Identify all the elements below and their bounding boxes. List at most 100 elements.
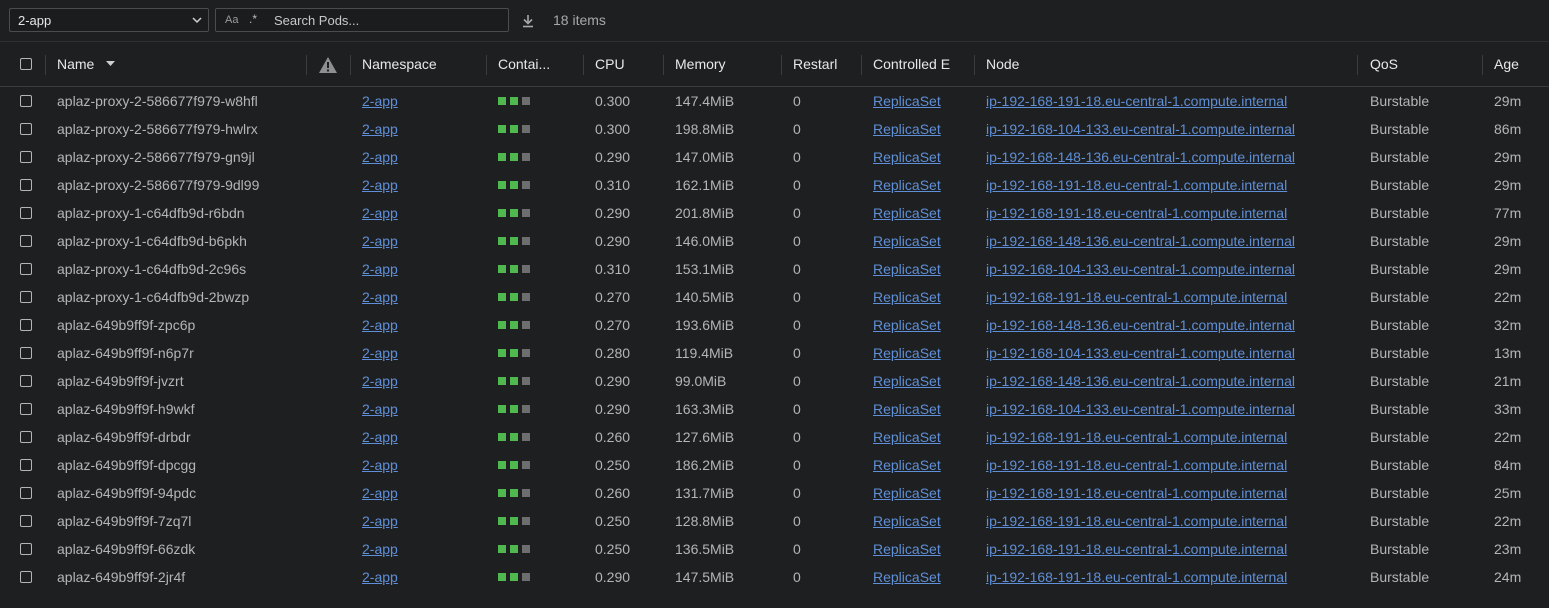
container-status-indicator[interactable] (510, 461, 518, 469)
node-link[interactable]: ip-192-168-191-18.eu-central-1.compute.i… (986, 87, 1287, 115)
container-status-indicator[interactable] (498, 209, 506, 217)
container-status-indicator[interactable] (522, 293, 530, 301)
container-status-indicator[interactable] (522, 209, 530, 217)
select-all-checkbox[interactable] (20, 58, 32, 70)
table-row[interactable]: aplaz-649b9ff9f-94pdc 2-app 0.260 131.7MiB 0… (0, 479, 1549, 507)
controlled-by-link[interactable]: ReplicaSet (873, 367, 941, 395)
regex-toggle[interactable]: .* (249, 12, 257, 26)
row-checkbox[interactable] (20, 571, 32, 583)
namespace-link[interactable]: 2-app (362, 423, 398, 451)
namespace-link[interactable]: 2-app (362, 227, 398, 255)
node-link[interactable]: ip-192-168-191-18.eu-central-1.compute.i… (986, 199, 1287, 227)
namespace-link[interactable]: 2-app (362, 143, 398, 171)
row-checkbox[interactable] (20, 235, 32, 247)
node-link[interactable]: ip-192-168-191-18.eu-central-1.compute.i… (986, 479, 1287, 507)
container-status-indicator[interactable] (510, 433, 518, 441)
node-link[interactable]: ip-192-168-148-136.eu-central-1.compute.… (986, 311, 1295, 339)
container-status-indicator[interactable] (522, 237, 530, 245)
search-box[interactable]: Aa .* Search Pods... (215, 8, 509, 32)
namespace-link[interactable]: 2-app (362, 87, 398, 115)
container-status-indicator[interactable] (522, 321, 530, 329)
table-row[interactable]: aplaz-649b9ff9f-jvzrt 2-app 0.290 99.0MiB 0 R… (0, 367, 1549, 395)
table-row[interactable]: aplaz-proxy-1-c64dfb9d-2c96s 2-app 0.310 15… (0, 255, 1549, 283)
table-row[interactable]: aplaz-649b9ff9f-drbdr 2-app 0.260 127.6MiB 0… (0, 423, 1549, 451)
container-status-indicator[interactable] (522, 573, 530, 581)
controlled-by-link[interactable]: ReplicaSet (873, 423, 941, 451)
node-link[interactable]: ip-192-168-191-18.eu-central-1.compute.i… (986, 507, 1287, 535)
container-status-indicator[interactable] (510, 125, 518, 133)
namespace-link[interactable]: 2-app (362, 395, 398, 423)
container-status-indicator[interactable] (522, 377, 530, 385)
container-status-indicator[interactable] (510, 573, 518, 581)
namespace-link[interactable]: 2-app (362, 255, 398, 283)
column-header-memory[interactable]: Memory (675, 43, 775, 86)
container-status-indicator[interactable] (510, 265, 518, 273)
container-status-indicator[interactable] (510, 153, 518, 161)
search-input[interactable]: Search Pods... (274, 13, 359, 28)
container-status-indicator[interactable] (510, 181, 518, 189)
node-link[interactable]: ip-192-168-191-18.eu-central-1.compute.i… (986, 423, 1287, 451)
row-checkbox[interactable] (20, 319, 32, 331)
controlled-by-link[interactable]: ReplicaSet (873, 171, 941, 199)
controlled-by-link[interactable]: ReplicaSet (873, 479, 941, 507)
match-case-toggle[interactable]: Aa (225, 14, 238, 26)
row-checkbox[interactable] (20, 151, 32, 163)
table-row[interactable]: aplaz-proxy-1-c64dfb9d-r6bdn 2-app 0.290 20… (0, 199, 1549, 227)
controlled-by-link[interactable]: ReplicaSet (873, 143, 941, 171)
node-link[interactable]: ip-192-168-191-18.eu-central-1.compute.i… (986, 563, 1287, 591)
table-row[interactable]: aplaz-649b9ff9f-h9wkf 2-app 0.290 163.3MiB 0… (0, 395, 1549, 423)
namespace-link[interactable]: 2-app (362, 367, 398, 395)
container-status-indicator[interactable] (522, 349, 530, 357)
namespace-link[interactable]: 2-app (362, 563, 398, 591)
container-status-indicator[interactable] (498, 153, 506, 161)
table-row[interactable]: aplaz-649b9ff9f-7zq7l 2-app 0.250 128.8MiB 0… (0, 507, 1549, 535)
container-status-indicator[interactable] (498, 405, 506, 413)
container-status-indicator[interactable] (522, 181, 530, 189)
table-row[interactable]: aplaz-649b9ff9f-2jr4f 2-app 0.290 147.5MiB 0… (0, 563, 1549, 591)
namespace-link[interactable]: 2-app (362, 311, 398, 339)
row-checkbox[interactable] (20, 207, 32, 219)
table-row[interactable]: aplaz-proxy-1-c64dfb9d-2bwzp 2-app 0.270 14… (0, 283, 1549, 311)
row-checkbox[interactable] (20, 291, 32, 303)
controlled-by-link[interactable]: ReplicaSet (873, 283, 941, 311)
column-header-namespace[interactable]: Namespace (362, 43, 482, 86)
container-status-indicator[interactable] (498, 349, 506, 357)
container-status-indicator[interactable] (498, 433, 506, 441)
container-status-indicator[interactable] (510, 377, 518, 385)
namespace-link[interactable]: 2-app (362, 451, 398, 479)
row-checkbox[interactable] (20, 123, 32, 135)
container-status-indicator[interactable] (498, 545, 506, 553)
row-checkbox[interactable] (20, 179, 32, 191)
container-status-indicator[interactable] (510, 321, 518, 329)
container-status-indicator[interactable] (498, 265, 506, 273)
container-status-indicator[interactable] (510, 237, 518, 245)
node-link[interactable]: ip-192-168-191-18.eu-central-1.compute.i… (986, 535, 1287, 563)
namespace-link[interactable]: 2-app (362, 171, 398, 199)
container-status-indicator[interactable] (498, 321, 506, 329)
row-checkbox[interactable] (20, 347, 32, 359)
namespace-link[interactable]: 2-app (362, 479, 398, 507)
table-row[interactable]: aplaz-proxy-1-c64dfb9d-b6pkh 2-app 0.290 14… (0, 227, 1549, 255)
container-status-indicator[interactable] (522, 405, 530, 413)
controlled-by-link[interactable]: ReplicaSet (873, 395, 941, 423)
container-status-indicator[interactable] (522, 489, 530, 497)
container-status-indicator[interactable] (498, 461, 506, 469)
table-row[interactable]: aplaz-proxy-2-586677f979-gn9jl 2-app 0.290… (0, 143, 1549, 171)
row-checkbox[interactable] (20, 95, 32, 107)
row-checkbox[interactable] (20, 459, 32, 471)
node-link[interactable]: ip-192-168-104-133.eu-central-1.compute.… (986, 255, 1295, 283)
row-checkbox[interactable] (20, 403, 32, 415)
table-row[interactable]: aplaz-649b9ff9f-n6p7r 2-app 0.280 119.4MiB 0… (0, 339, 1549, 367)
column-header-qos[interactable]: QoS (1370, 43, 1470, 86)
namespace-link[interactable]: 2-app (362, 199, 398, 227)
container-status-indicator[interactable] (498, 237, 506, 245)
node-link[interactable]: ip-192-168-148-136.eu-central-1.compute.… (986, 143, 1295, 171)
row-checkbox[interactable] (20, 487, 32, 499)
controlled-by-link[interactable]: ReplicaSet (873, 227, 941, 255)
container-status-indicator[interactable] (498, 293, 506, 301)
namespace-link[interactable]: 2-app (362, 115, 398, 143)
node-link[interactable]: ip-192-168-191-18.eu-central-1.compute.i… (986, 451, 1287, 479)
container-status-indicator[interactable] (522, 125, 530, 133)
controlled-by-link[interactable]: ReplicaSet (873, 451, 941, 479)
table-row[interactable]: aplaz-649b9ff9f-66zdk 2-app 0.250 136.5MiB 0… (0, 535, 1549, 563)
